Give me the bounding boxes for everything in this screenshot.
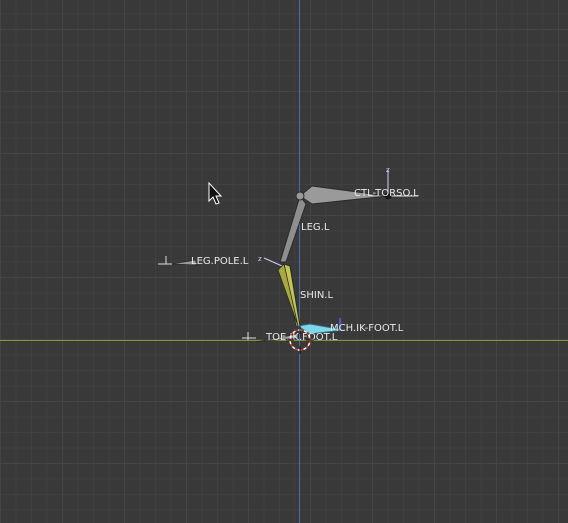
bone-label-leg-pole: LEG.POLE.L bbox=[191, 256, 249, 267]
bone-shin[interactable]: SHIN.L bbox=[277, 263, 333, 327]
bone-label-shin: SHIN.L bbox=[300, 290, 333, 301]
mouse-pointer-icon bbox=[208, 181, 223, 205]
bone-label-leg: LEG.L bbox=[301, 222, 330, 233]
bone-label-toe: TOE.IK.FOOT.L bbox=[265, 332, 338, 343]
bone-label-ik-foot: MCH.IK-FOOT.L bbox=[330, 323, 404, 334]
viewport-canvas[interactable]: z CTL-TORSO.L LEG.L LEG.POLE.L z SHIN.L bbox=[0, 0, 568, 523]
bone-ctl-torso[interactable]: z CTL-TORSO.L bbox=[299, 166, 419, 205]
pole-target-line bbox=[263, 257, 283, 267]
3d-viewport[interactable]: z CTL-TORSO.L LEG.L LEG.POLE.L z SHIN.L bbox=[0, 0, 568, 523]
bone-label-ctl-torso: CTL-TORSO.L bbox=[354, 188, 419, 199]
svg-text:z: z bbox=[258, 255, 262, 263]
svg-text:z: z bbox=[386, 166, 390, 174]
bone-leg-pole[interactable]: LEG.POLE.L bbox=[158, 256, 249, 267]
